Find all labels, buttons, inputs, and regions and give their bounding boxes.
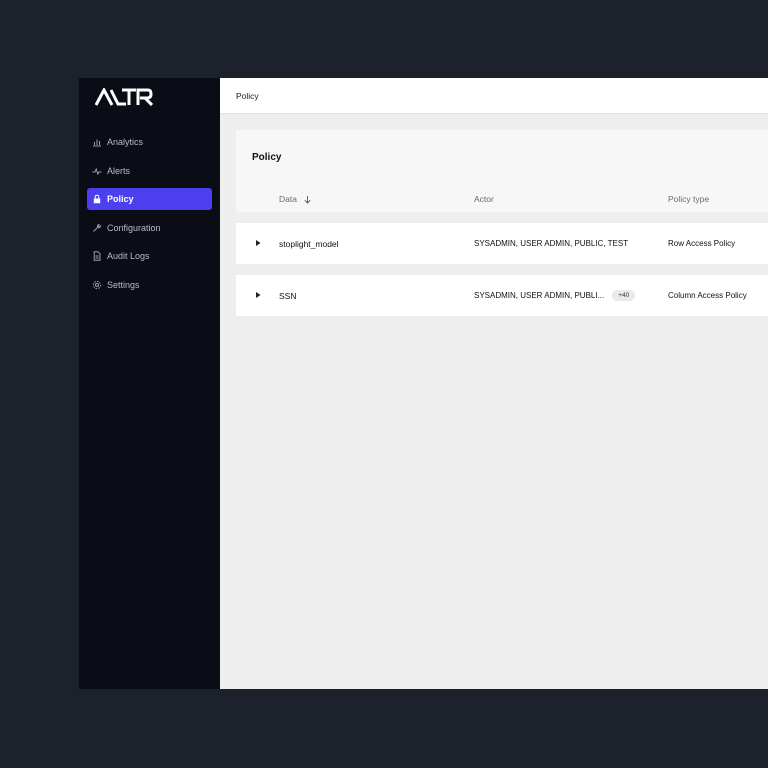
topbar: Policy xyxy=(220,78,768,114)
sidebar-item-label: Configuration xyxy=(107,222,161,233)
cell-actor: SYSADMIN, USER ADMIN, PUBLIC, TEST xyxy=(474,223,628,264)
wrench-icon xyxy=(92,223,102,233)
app-window: Analytics Alerts Policy Configuration Au… xyxy=(79,78,768,689)
main-content: Policy Policy Data Actor Policy type sto… xyxy=(220,78,768,689)
policy-panel: Policy Data Actor Policy type stoplight_… xyxy=(236,130,768,316)
logo-mark xyxy=(94,86,154,107)
expand-caret-icon[interactable] xyxy=(254,238,262,248)
sidebar-item-analytics[interactable]: Analytics xyxy=(87,131,212,153)
more-actors-badge[interactable]: +40 xyxy=(612,290,636,301)
cell-actor: SYSADMIN, USER ADMIN, PUBLI... +40 xyxy=(474,275,636,316)
sidebar: Analytics Alerts Policy Configuration Au… xyxy=(79,78,220,689)
sidebar-item-audit-logs[interactable]: Audit Logs xyxy=(87,245,212,267)
column-label: Actor xyxy=(474,194,494,204)
expand-caret-icon[interactable] xyxy=(254,290,262,300)
panel-header: Policy Data Actor Policy type xyxy=(236,130,768,212)
cell-policy-type: Row Access Policy xyxy=(668,239,736,248)
column-label: Policy type xyxy=(668,194,710,204)
column-header-data[interactable]: Data xyxy=(279,194,312,204)
sidebar-item-label: Analytics xyxy=(107,137,144,147)
breadcrumb[interactable]: Policy xyxy=(236,91,259,101)
column-header-policy-type[interactable]: Policy type xyxy=(668,194,709,204)
actor-text: SYSADMIN, USER ADMIN, PUBLI... xyxy=(474,291,605,300)
sidebar-nav: Analytics Alerts Policy Configuration Au… xyxy=(87,131,212,302)
column-header-actor[interactable]: Actor xyxy=(474,194,494,204)
sidebar-item-label: Settings xyxy=(107,279,140,290)
sort-arrow-down-icon[interactable] xyxy=(303,195,312,204)
lock-icon xyxy=(92,194,102,204)
table-row[interactable]: stoplight_model SYSADMIN, USER ADMIN, PU… xyxy=(236,223,768,264)
cell-data: stoplight_model xyxy=(279,238,339,249)
column-label: Data xyxy=(279,194,297,204)
document-icon xyxy=(92,251,102,261)
sidebar-item-policy[interactable]: Policy xyxy=(87,188,212,210)
sidebar-item-label: Policy xyxy=(107,194,134,204)
table-row[interactable]: SSN SYSADMIN, USER ADMIN, PUBLI... +40 C… xyxy=(236,275,768,316)
gear-icon xyxy=(92,280,102,290)
sidebar-item-label: Audit Logs xyxy=(107,251,150,261)
pulse-icon xyxy=(92,166,102,176)
cell-policy-type: Column Access Policy xyxy=(668,291,747,300)
altr-logo[interactable] xyxy=(94,86,154,107)
sidebar-item-configuration[interactable]: Configuration xyxy=(87,217,212,239)
sidebar-item-alerts[interactable]: Alerts xyxy=(87,160,212,182)
sidebar-item-settings[interactable]: Settings xyxy=(87,274,212,296)
actor-text: SYSADMIN, USER ADMIN, PUBLIC, TEST xyxy=(474,239,629,248)
page-title: Policy xyxy=(252,152,282,163)
cell-data: SSN xyxy=(279,290,297,301)
sidebar-item-label: Alerts xyxy=(107,165,131,176)
bar-chart-icon xyxy=(92,137,102,147)
